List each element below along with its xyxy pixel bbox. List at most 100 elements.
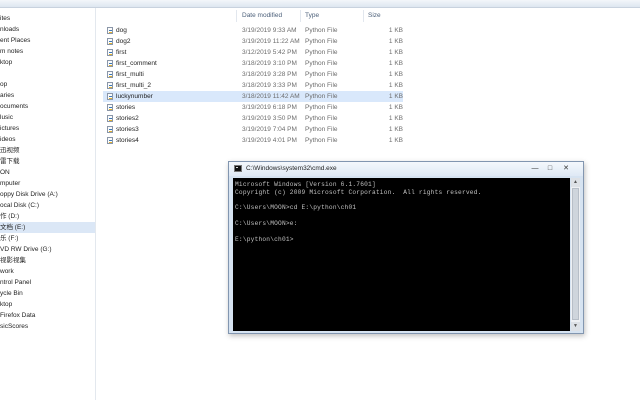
nav-item[interactable]: 作 (D:) bbox=[0, 211, 95, 222]
python-file-icon bbox=[107, 93, 113, 100]
column-separator[interactable] bbox=[363, 10, 364, 22]
nav-item[interactable]: sicScores bbox=[0, 321, 95, 332]
file-row[interactable]: stories4 3/19/2019 4:01 PM Python File 1 KB bbox=[103, 135, 403, 146]
nav-item[interactable]: work bbox=[0, 266, 95, 277]
file-row[interactable]: luckynumber 3/18/2019 11:42 AM Python File… bbox=[103, 91, 403, 102]
file-date: 3/19/2019 4:01 PM bbox=[242, 137, 297, 144]
file-size: 1 KB bbox=[388, 60, 403, 67]
nav-item[interactable]: ktop bbox=[0, 299, 95, 310]
file-size: 1 KB bbox=[388, 82, 403, 89]
file-type: Python File bbox=[305, 60, 338, 67]
nav-item[interactable]: ktop bbox=[0, 57, 95, 68]
python-file-icon bbox=[107, 104, 113, 111]
file-size: 1 KB bbox=[388, 137, 403, 144]
nav-item[interactable]: nloads bbox=[0, 24, 95, 35]
maximize-button[interactable]: □ bbox=[545, 164, 555, 173]
nav-item[interactable]: 雷下载 bbox=[0, 156, 95, 167]
file-type: Python File bbox=[305, 49, 338, 56]
nav-item[interactable]: ntrol Panel bbox=[0, 277, 95, 288]
console-line: C:\Users\MOON>e: bbox=[235, 220, 298, 227]
nav-item[interactable]: 乐 (F:) bbox=[0, 233, 95, 244]
console-line: E:\python\ch01> bbox=[235, 235, 294, 243]
nav-item[interactable]: op bbox=[0, 79, 95, 90]
nav-item[interactable]: ideos bbox=[0, 134, 95, 145]
file-row[interactable]: dog 3/19/2019 9:33 AM Python File 1 KB bbox=[103, 25, 403, 36]
python-file-icon bbox=[107, 137, 113, 144]
file-date: 3/19/2019 11:22 AM bbox=[242, 38, 300, 45]
nav-item[interactable]: ent Places bbox=[0, 35, 95, 46]
file-date: 3/18/2019 3:10 PM bbox=[242, 60, 297, 67]
file-row[interactable]: dog2 3/19/2019 11:22 AM Python File 1 KB bbox=[103, 36, 403, 47]
console-line: C:\Users\MOON>cd E:\python\ch01 bbox=[235, 204, 357, 212]
column-header-date[interactable]: Date modified bbox=[242, 10, 282, 21]
python-file-icon bbox=[107, 126, 113, 133]
file-date: 3/18/2019 11:42 AM bbox=[242, 93, 300, 100]
cmd-scrollbar[interactable]: ▲ ▼ bbox=[571, 178, 580, 331]
nav-item[interactable] bbox=[0, 68, 95, 79]
scroll-down-icon[interactable]: ▼ bbox=[571, 322, 580, 331]
file-row[interactable]: stories2 3/19/2019 3:50 PM Python File 1 KB bbox=[103, 113, 403, 124]
file-row[interactable]: stories 3/19/2019 6:18 PM Python File 1 KB bbox=[103, 102, 403, 113]
column-separator[interactable] bbox=[300, 10, 301, 22]
close-button[interactable]: ✕ bbox=[561, 164, 571, 173]
file-row[interactable]: first 3/12/2019 5:42 PM Python File 1 KB bbox=[103, 47, 403, 58]
file-name: dog2 bbox=[116, 38, 131, 45]
nav-item[interactable]: aries bbox=[0, 90, 95, 101]
file-type: Python File bbox=[305, 126, 338, 133]
file-date: 3/19/2019 7:04 PM bbox=[242, 126, 297, 133]
minimize-button[interactable]: — bbox=[530, 164, 540, 173]
nav-item[interactable]: oppy Disk Drive (A:) bbox=[0, 189, 95, 200]
column-separator[interactable] bbox=[236, 10, 237, 22]
nav-item[interactable]: m notes bbox=[0, 46, 95, 57]
file-date: 3/19/2019 3:50 PM bbox=[242, 115, 297, 122]
navigation-pane: ites nloads ent Places m notes ktop op aries oc… bbox=[0, 8, 96, 400]
file-size: 1 KB bbox=[388, 27, 403, 34]
file-name: first_multi bbox=[116, 71, 144, 78]
file-row[interactable]: first_comment 3/18/2019 3:10 PM Python Fil… bbox=[103, 58, 403, 69]
nav-item[interactable]: lusic bbox=[0, 112, 95, 123]
column-header-type[interactable]: Type bbox=[305, 10, 319, 21]
python-file-icon bbox=[107, 71, 113, 78]
cmd-app-icon[interactable] bbox=[234, 165, 242, 172]
nav-item[interactable]: 视影视集 bbox=[0, 255, 95, 266]
nav-item[interactable]: ocuments bbox=[0, 101, 95, 112]
nav-item[interactable]: ictures bbox=[0, 123, 95, 134]
nav-item[interactable]: Firefox Data bbox=[0, 310, 95, 321]
file-type: Python File bbox=[305, 27, 338, 34]
nav-item[interactable]: 文档 (E:) bbox=[0, 222, 95, 233]
file-name: first_comment bbox=[116, 60, 157, 67]
nav-item[interactable]: ites bbox=[0, 13, 95, 24]
file-type: Python File bbox=[305, 38, 338, 45]
file-size: 1 KB bbox=[388, 126, 403, 133]
scroll-up-icon[interactable]: ▲ bbox=[571, 178, 580, 187]
nav-item[interactable]: VD RW Drive (G:) bbox=[0, 244, 95, 255]
nav-item[interactable]: ycle Bin bbox=[0, 288, 95, 299]
scroll-thumb[interactable] bbox=[572, 188, 579, 320]
file-type: Python File bbox=[305, 71, 338, 78]
file-row[interactable]: stories3 3/19/2019 7:04 PM Python File 1 KB bbox=[103, 124, 403, 135]
file-type: Python File bbox=[305, 82, 338, 89]
python-file-icon bbox=[107, 60, 113, 67]
file-date: 3/19/2019 9:33 AM bbox=[242, 27, 297, 34]
console-line: Microsoft Windows [Version 6.1.7601] bbox=[235, 181, 376, 188]
file-name: stories3 bbox=[116, 126, 139, 133]
nav-item[interactable]: ocal Disk (C:) bbox=[0, 200, 95, 211]
cmd-console[interactable]: Microsoft Windows [Version 6.1.7601] Copy… bbox=[233, 178, 570, 331]
file-size: 1 KB bbox=[388, 38, 403, 45]
file-row[interactable]: first_multi_2 3/18/2019 3:33 PM Python Fil… bbox=[103, 80, 403, 91]
file-type: Python File bbox=[305, 93, 338, 100]
nav-item[interactable]: mputer bbox=[0, 178, 95, 189]
nav-item[interactable]: 迅视频 bbox=[0, 145, 95, 156]
nav-item[interactable]: ON bbox=[0, 167, 95, 178]
file-row[interactable]: first_multi 3/18/2019 3:28 PM Python File 1… bbox=[103, 69, 403, 80]
column-header-size[interactable]: Size bbox=[368, 10, 381, 21]
file-size: 1 KB bbox=[388, 49, 403, 56]
cmd-window[interactable]: C:\Windows\system32\cmd.exe — □ ✕ Micros… bbox=[228, 161, 584, 334]
file-name: dog bbox=[116, 27, 127, 34]
cmd-title-bar[interactable]: C:\Windows\system32\cmd.exe — □ ✕ bbox=[229, 162, 583, 176]
python-file-icon bbox=[107, 82, 113, 89]
file-name: first_multi_2 bbox=[116, 82, 152, 89]
file-date: 3/18/2019 3:28 PM bbox=[242, 71, 297, 78]
cmd-window-title: C:\Windows\system32\cmd.exe bbox=[246, 165, 337, 172]
python-file-icon bbox=[107, 27, 113, 34]
